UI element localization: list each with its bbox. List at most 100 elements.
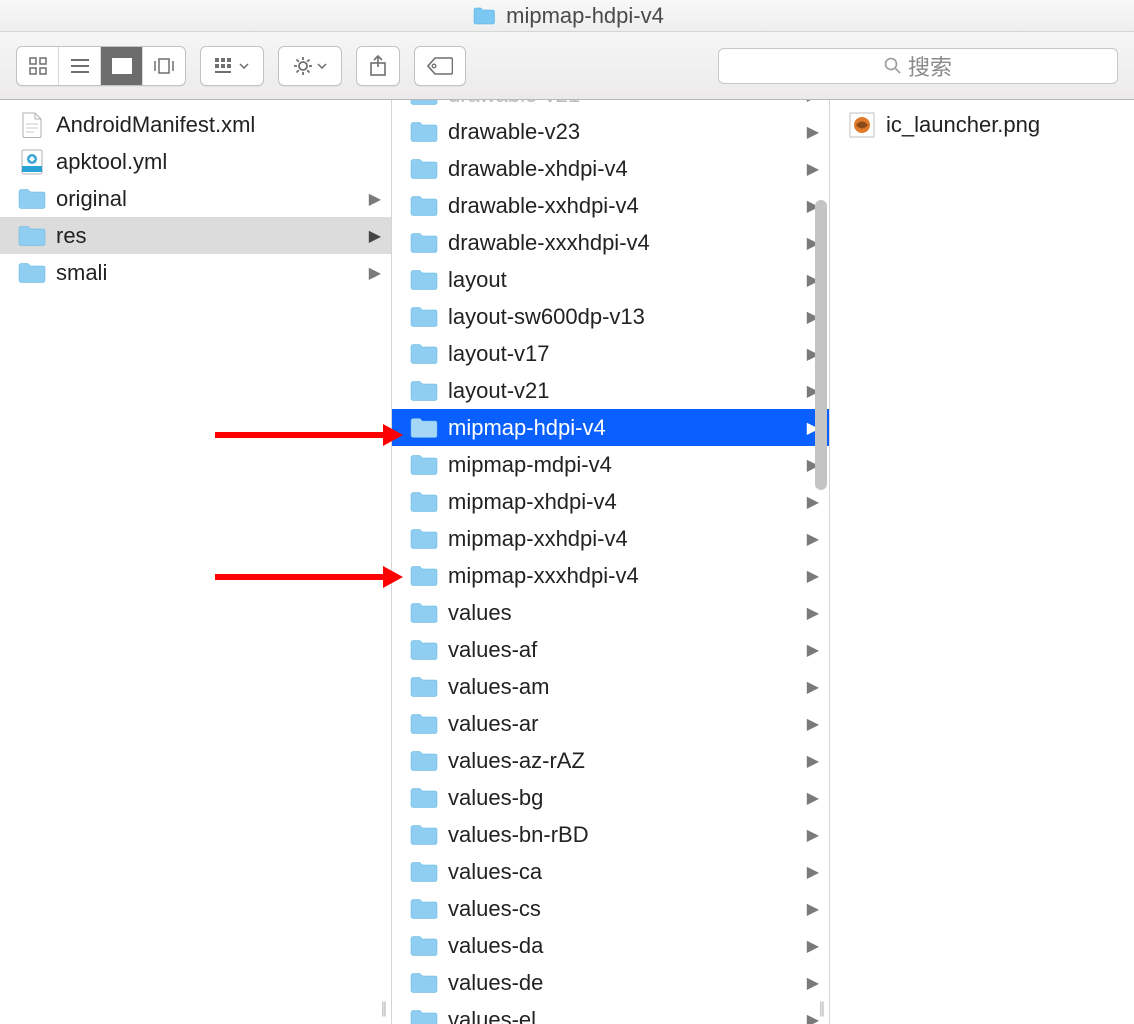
folder-row[interactable]: drawable-v21▶ xyxy=(392,100,829,113)
folder-icon xyxy=(410,453,438,477)
column-2: drawable-v21▶drawable-v23▶drawable-xhdpi… xyxy=(392,100,830,1024)
scrollbar-thumb[interactable] xyxy=(815,200,827,490)
item-label: mipmap-hdpi-v4 xyxy=(448,415,797,441)
folder-row[interactable]: drawable-xhdpi-v4 ▶ xyxy=(392,150,829,187)
folder-row[interactable]: original▶ xyxy=(0,180,391,217)
item-label: drawable-xhdpi-v4 xyxy=(448,156,797,182)
column-1: AndroidManifest.xml apktool.yml original▶r… xyxy=(0,100,392,1024)
folder-row[interactable]: mipmap-xxxhdpi-v4▶ xyxy=(392,557,829,594)
chevron-right-icon: ▶ xyxy=(807,159,819,179)
share-button[interactable] xyxy=(356,46,400,86)
arrange-button[interactable] xyxy=(200,46,264,86)
chevron-right-icon: ▶ xyxy=(807,936,819,956)
chevron-right-icon: ▶ xyxy=(807,788,819,808)
item-label: layout-v17 xyxy=(448,341,797,367)
folder-icon xyxy=(18,261,46,285)
folder-row[interactable]: values-da▶ xyxy=(392,927,829,964)
folder-row[interactable]: values-cs▶ xyxy=(392,890,829,927)
folder-icon xyxy=(410,934,438,958)
folder-icon xyxy=(410,490,438,514)
folder-row[interactable]: res▶ xyxy=(0,217,391,254)
chevron-down-icon xyxy=(239,63,249,69)
folder-icon xyxy=(410,897,438,921)
folder-row[interactable]: values-de▶ xyxy=(392,964,829,1001)
folder-row[interactable]: drawable-xxhdpi-v4▶ xyxy=(392,187,829,224)
folder-icon xyxy=(410,971,438,995)
folder-row[interactable]: layout▶ xyxy=(392,261,829,298)
folder-row[interactable]: values-am▶ xyxy=(392,668,829,705)
folder-row[interactable]: mipmap-mdpi-v4▶ xyxy=(392,446,829,483)
item-label: ic_launcher.png xyxy=(886,112,1124,138)
chevron-right-icon: ▶ xyxy=(807,677,819,697)
item-label: drawable-xxxhdpi-v4 xyxy=(448,230,797,256)
image-file-row[interactable]: ic_launcher.png xyxy=(830,106,1134,143)
folder-icon xyxy=(410,1008,438,1024)
chevron-right-icon: ▶ xyxy=(807,862,819,882)
column-resize-handle[interactable]: || xyxy=(819,1000,823,1018)
item-label: drawable-xxhdpi-v4 xyxy=(448,193,797,219)
folder-row[interactable]: mipmap-hdpi-v4▶ xyxy=(392,409,829,446)
folder-row[interactable]: values-af▶ xyxy=(392,631,829,668)
view-coverflow-button[interactable] xyxy=(143,47,185,85)
titlebar: mipmap-hdpi-v4 xyxy=(0,0,1134,32)
folder-row[interactable]: drawable-xxxhdpi-v4▶ xyxy=(392,224,829,261)
folder-icon xyxy=(410,786,438,810)
item-label: layout-v21 xyxy=(448,378,797,404)
view-columns-button[interactable] xyxy=(101,47,143,85)
item-label: layout xyxy=(448,267,797,293)
tags-button[interactable] xyxy=(414,46,466,86)
folder-row[interactable]: values-ca▶ xyxy=(392,853,829,890)
folder-icon xyxy=(410,712,438,736)
folder-icon xyxy=(410,194,438,218)
folder-icon xyxy=(410,100,438,107)
item-label: drawable-v21 xyxy=(448,100,797,108)
folder-icon xyxy=(410,231,438,255)
window-title: mipmap-hdpi-v4 xyxy=(506,3,664,29)
folder-row[interactable]: mipmap-xxhdpi-v4▶ xyxy=(392,520,829,557)
item-label: smali xyxy=(56,260,359,286)
item-label: values-el xyxy=(448,1007,797,1024)
chevron-right-icon: ▶ xyxy=(807,566,819,586)
item-label: apktool.yml xyxy=(56,149,381,175)
file-row[interactable]: apktool.yml xyxy=(0,143,391,180)
chevron-right-icon: ▶ xyxy=(807,529,819,549)
view-icon-button[interactable] xyxy=(17,47,59,85)
folder-icon xyxy=(410,860,438,884)
item-label: mipmap-mdpi-v4 xyxy=(448,452,797,478)
folder-row[interactable]: values-el▶ xyxy=(392,1001,829,1024)
view-mode-segment xyxy=(16,46,186,86)
folder-row[interactable]: drawable-v23▶ xyxy=(392,113,829,150)
folder-icon xyxy=(410,268,438,292)
folder-row[interactable]: values-az-rAZ▶ xyxy=(392,742,829,779)
folder-row[interactable]: values-ar ▶ xyxy=(392,705,829,742)
folder-row[interactable]: layout-v17▶ xyxy=(392,335,829,372)
toolbar: 搜索 xyxy=(0,32,1134,100)
item-label: values-az-rAZ xyxy=(448,748,797,774)
chevron-right-icon: ▶ xyxy=(807,492,819,512)
folder-row[interactable]: layout-v21▶ xyxy=(392,372,829,409)
folder-row[interactable]: smali ▶ xyxy=(0,254,391,291)
folder-row[interactable]: values-bg▶ xyxy=(392,779,829,816)
folder-row[interactable]: layout-sw600dp-v13▶ xyxy=(392,298,829,335)
folder-icon xyxy=(410,305,438,329)
view-list-button[interactable] xyxy=(59,47,101,85)
chevron-down-icon xyxy=(317,63,327,69)
folder-row[interactable]: values▶ xyxy=(392,594,829,631)
item-label: values-cs xyxy=(448,896,797,922)
chevron-right-icon: ▶ xyxy=(369,263,381,283)
folder-icon xyxy=(410,749,438,773)
file-row[interactable]: AndroidManifest.xml xyxy=(0,106,391,143)
item-label: values-de xyxy=(448,970,797,996)
item-label: values-ar xyxy=(448,711,797,737)
action-button[interactable] xyxy=(278,46,342,86)
search-input[interactable]: 搜索 xyxy=(718,48,1118,84)
folder-row[interactable]: values-bn-rBD▶ xyxy=(392,816,829,853)
chevron-right-icon: ▶ xyxy=(807,714,819,734)
folder-icon xyxy=(410,527,438,551)
column-resize-handle[interactable]: || xyxy=(381,1000,385,1018)
folder-icon xyxy=(410,379,438,403)
item-label: values xyxy=(448,600,797,626)
arrange-icon xyxy=(215,58,235,74)
folder-row[interactable]: mipmap-xhdpi-v4▶ xyxy=(392,483,829,520)
chevron-right-icon: ▶ xyxy=(807,640,819,660)
